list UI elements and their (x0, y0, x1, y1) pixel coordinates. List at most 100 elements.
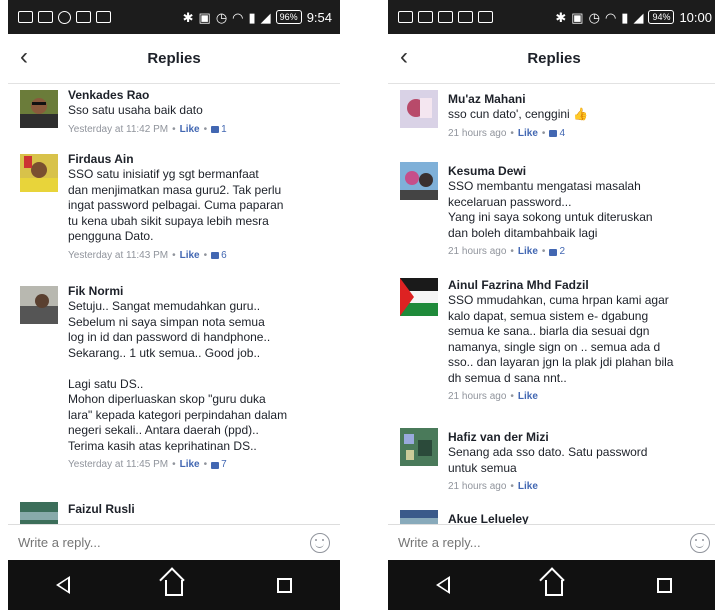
comment-text: SSO satu inisiatif yg sgt bermanfaat dan… (68, 167, 284, 243)
comment-timestamp[interactable]: 21 hours ago (448, 389, 506, 405)
screenshot-gap (340, 0, 388, 610)
chat-icon (438, 11, 453, 23)
like-button[interactable]: Like (180, 248, 200, 264)
comment-timestamp[interactable]: 21 hours ago (448, 244, 506, 260)
bluetooth-icon: ✱ (555, 9, 567, 25)
avatar[interactable] (400, 278, 438, 316)
phone-screen-left: ✱ ▣ ◷ ◠ ▮ ◢ 96% 9:54 ‹ Replies Venkades … (8, 0, 340, 610)
like-count-number: 1 (221, 123, 227, 135)
like-count-number: 7 (221, 459, 227, 470)
emoji-icon[interactable] (310, 532, 330, 553)
status-bar: ✱ ▣ ◷ ◠ ▮ ◢ 96% 9:54 (8, 0, 340, 34)
like-count[interactable]: 6 (211, 248, 227, 264)
battery-indicator: 96% (275, 10, 302, 24)
system-icons: ✱ ▣ ◷ ◠ ▮ ◢ 96% 9:54 (183, 10, 332, 25)
like-button[interactable]: Like (518, 126, 538, 142)
like-button[interactable]: Like (518, 479, 538, 495)
replies-header: ‹ Replies (388, 34, 715, 84)
separator-dot: • (203, 123, 208, 135)
like-button[interactable]: Like (180, 457, 200, 473)
nav-recents-button[interactable] (265, 565, 305, 605)
comment-author[interactable]: Mu'az Mahani (448, 92, 714, 107)
status-clock: 9:54 (306, 9, 332, 25)
avatar[interactable] (400, 162, 438, 200)
page-title: Replies (527, 50, 581, 67)
phone-screen-right: ✱ ▣ ◷ ◠ ▮ ◢ 94% 10:00 ‹ Replies Mu'az Ma… (388, 0, 715, 610)
comment-meta: Yesterday at 11:42 PM • Like • 1 (68, 122, 334, 138)
nav-back-button[interactable] (43, 565, 83, 605)
comment-timestamp[interactable]: Yesterday at 11:42 PM (68, 122, 168, 138)
separator-dot: • (172, 459, 176, 470)
avatar[interactable] (20, 154, 58, 192)
separator-dot: • (510, 127, 514, 139)
whatsapp-icon (58, 10, 71, 24)
comment-author[interactable]: Venkades Rao (68, 88, 334, 103)
separator-dot: • (203, 459, 208, 470)
emoji-icon[interactable] (690, 532, 710, 553)
wifi-icon: ◠ (604, 9, 617, 25)
nav-back-button[interactable] (423, 565, 463, 605)
comment-text: Senang ada sso dato. Satu password untuk… (448, 445, 648, 475)
back-arrow-icon[interactable]: ‹ (400, 44, 408, 70)
calendar-icon (478, 11, 493, 23)
avatar[interactable] (400, 510, 438, 524)
comment-author[interactable]: Firdaus Ain (68, 152, 334, 167)
reply-bar (388, 524, 715, 560)
reply-bar (8, 524, 340, 560)
avatar[interactable] (20, 90, 58, 128)
avatar[interactable] (20, 286, 58, 324)
android-nav-bar (8, 560, 340, 610)
gallery-icon (38, 11, 53, 23)
comment-author[interactable]: Faizul Rusli (68, 502, 334, 517)
chat-icon (76, 11, 91, 23)
like-count[interactable]: 1 (211, 122, 227, 138)
notification-icons (398, 11, 493, 23)
nav-recents-button[interactable] (645, 565, 685, 605)
avatar[interactable] (20, 502, 58, 524)
back-arrow-icon[interactable]: ‹ (20, 44, 28, 70)
like-count[interactable]: 7 (211, 457, 227, 473)
home-icon (544, 580, 563, 596)
bluetooth-icon: ✱ (182, 9, 194, 25)
comment-author[interactable]: Hafiz van der Mizi (448, 430, 714, 445)
comment-list[interactable]: Mu'az Mahani sso cun dato', cenggini 👍 2… (388, 84, 715, 524)
separator-dot: • (541, 246, 546, 257)
comment-author[interactable]: Kesuma Dewi (448, 164, 714, 179)
reply-input[interactable] (398, 535, 690, 550)
separator-dot: • (203, 249, 208, 261)
like-button[interactable]: Like (180, 122, 200, 138)
separator-dot: • (510, 391, 514, 402)
nav-home-button[interactable] (534, 565, 574, 605)
reply-input[interactable] (18, 535, 310, 550)
comment-meta: Yesterday at 11:43 PM • Like • 6 (68, 248, 334, 264)
comment-list[interactable]: Venkades Rao Sso satu usaha baik dato Ye… (8, 84, 340, 524)
comment-timestamp[interactable]: Yesterday at 11:43 PM (68, 248, 168, 264)
email-icon (96, 11, 111, 23)
android-nav-bar (388, 560, 715, 610)
message-icon (398, 11, 413, 23)
comment-timestamp[interactable]: 21 hours ago (448, 479, 506, 495)
alarm-icon: ◷ (588, 9, 600, 25)
recents-icon (277, 577, 293, 593)
comment-meta: 21 hours ago • Like • 2 (448, 244, 714, 260)
battery-indicator: 94% (648, 10, 675, 24)
comment-timestamp[interactable]: Yesterday at 11:45 PM (68, 457, 168, 473)
nav-home-button[interactable] (154, 565, 194, 605)
separator-dot: • (510, 481, 514, 492)
like-count[interactable]: 4 (549, 126, 565, 142)
page-title: Replies (147, 50, 201, 67)
comment-timestamp[interactable]: 21 hours ago (448, 126, 506, 142)
message-icon (18, 11, 33, 23)
like-button[interactable]: Like (518, 244, 538, 260)
comment-author[interactable]: Ainul Fazrina Mhd Fadzil (448, 278, 714, 293)
comment-text: SSO membantu mengatasi masalah kecelarua… (448, 179, 653, 240)
comment-author[interactable]: Fik Normi (68, 284, 334, 299)
like-count[interactable]: 2 (549, 244, 565, 260)
comment-meta: 21 hours ago • Like (448, 479, 714, 495)
status-clock: 10:00 (679, 9, 712, 25)
avatar[interactable] (400, 428, 438, 466)
avatar[interactable] (400, 90, 438, 128)
email-icon (458, 11, 473, 23)
like-button[interactable]: Like (518, 389, 538, 405)
comment-author[interactable]: Akue Lelueley (448, 512, 714, 524)
